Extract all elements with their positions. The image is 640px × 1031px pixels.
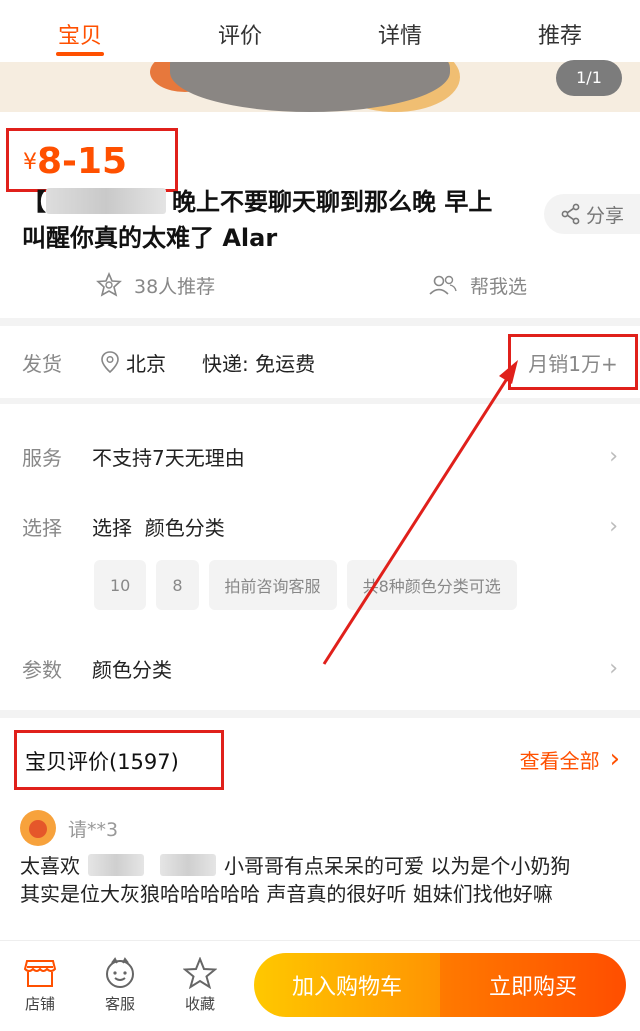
help-choose-button[interactable]: 帮我选 — [428, 270, 527, 300]
top-tab-bar: 宝贝 评价 详情 推荐 — [0, 0, 640, 62]
add-to-cart-button[interactable]: 加入购物车 — [254, 953, 440, 1017]
params-value: 颜色分类 — [92, 657, 172, 682]
params-row[interactable]: 参数 颜色分类 › — [0, 648, 640, 688]
chevron-right-icon: › — [609, 443, 618, 469]
bottom-action-bar: 店铺 客服 收藏 加入购物车 立即购买 — [0, 940, 640, 1031]
smile-icon — [106, 957, 134, 988]
redacted-text — [88, 854, 144, 876]
variant-chip[interactable]: 8 — [156, 560, 199, 610]
share-label: 分享 — [585, 204, 624, 227]
shop-label: 店铺 — [24, 995, 55, 1013]
service-label: 客服 — [104, 995, 135, 1013]
reviews-title: 宝贝评价(1597) — [25, 750, 179, 774]
price-highlight-box: ¥8-15 — [6, 128, 178, 192]
people-icon — [429, 275, 457, 295]
chevron-right-icon: › — [609, 744, 620, 774]
shipping-card: 发货 北京 快递: 免运费 月销1万+ — [0, 326, 640, 398]
favorite-label: 收藏 — [184, 995, 215, 1013]
help-choose-label: 帮我选 — [470, 275, 528, 298]
price: ¥8-15 — [23, 141, 127, 182]
title-line-2: 叫醒你真的太难了 Alar — [22, 224, 278, 252]
review-text: 太喜欢 小哥哥有点呆呆的可爱 以为是个小奶狗 其实是位大灰狼哈哈哈哈哈 声音真的很… — [20, 852, 630, 908]
params-label: 参数 — [22, 657, 62, 682]
buy-now-button[interactable]: 立即购买 — [440, 953, 626, 1017]
location-pin-icon — [101, 351, 119, 374]
ship-city: 北京 — [126, 351, 166, 376]
title-prefix: 【 — [22, 188, 46, 216]
variant-chip[interactable]: 拍前咨询客服 — [208, 560, 337, 610]
shipping-label: 发货 — [22, 351, 62, 376]
service-label: 服务 — [22, 445, 62, 470]
chevron-right-icon: › — [609, 513, 618, 539]
options-card: 服务 不支持7天无理由 › 选择 选择 颜色分类 › 10 8 拍前咨询客服 共… — [0, 404, 640, 710]
service-row[interactable]: 服务 不支持7天无理由 › — [0, 436, 640, 476]
reviews-highlight-box: 宝贝评价(1597) — [14, 730, 224, 790]
share-icon — [561, 203, 580, 225]
chevron-right-icon: › — [609, 655, 618, 681]
favorite-button[interactable]: 收藏 — [170, 957, 230, 1014]
redacted-text — [160, 854, 216, 876]
service-value: 不支持7天无理由 — [92, 445, 245, 470]
tab-item[interactable]: 宝贝 — [0, 0, 160, 62]
customer-service-button[interactable]: 客服 — [90, 957, 150, 1014]
monthly-sales: 月销1万+ — [528, 351, 618, 376]
variant-chip[interactable]: 10 — [94, 560, 147, 610]
monthly-sales-box: 月销1万+ — [508, 334, 638, 390]
see-all-label: 查看全部 — [519, 748, 600, 773]
select-row[interactable]: 选择 选择 颜色分类 › — [0, 506, 640, 546]
title-line-1: 晚上不要聊天聊到那么晚 早上 — [172, 188, 493, 216]
tab-reviews[interactable]: 评价 — [160, 0, 320, 62]
tab-recommend[interactable]: 推荐 — [480, 0, 640, 62]
shop-icon — [23, 960, 57, 987]
star-badge-icon — [96, 272, 122, 297]
reviews-card: 宝贝评价(1597) 查看全部 › 请**3 太喜欢 小哥哥有点呆呆的可爱 以为是… — [0, 718, 640, 940]
currency-symbol: ¥ — [23, 150, 37, 175]
select-value: 选择 颜色分类 — [92, 515, 225, 540]
variant-chips: 10 8 拍前咨询客服 共8种颜色分类可选 — [94, 560, 517, 610]
product-title: 【 晚上不要聊天聊到那么晚 早上 叫醒你真的太难了 Alar — [22, 184, 542, 256]
product-image[interactable] — [0, 62, 640, 112]
reviewer-name: 请**3 — [68, 818, 119, 841]
price-value: 8-15 — [37, 141, 128, 182]
recommend-button[interactable]: 38人推荐 — [96, 270, 215, 300]
tab-details[interactable]: 详情 — [320, 0, 480, 62]
product-info-card: ¥8-15 【 晚上不要聊天聊到那么晚 早上 叫醒你真的太难了 Alar 分享 3… — [0, 112, 640, 318]
see-all-reviews-link[interactable]: 查看全部 › — [520, 744, 620, 774]
reviewer: 请**3 — [20, 810, 118, 846]
variant-chip[interactable]: 共8种颜色分类可选 — [346, 560, 517, 610]
review-text-part: 小哥哥有点呆呆的可爱 以为是个小奶狗 — [224, 854, 571, 878]
ship-from: 北京 — [100, 348, 166, 377]
avatar — [20, 810, 56, 846]
redacted-text — [46, 188, 166, 214]
review-text-part: 太喜欢 — [20, 854, 80, 878]
recommend-count: 38人推荐 — [134, 275, 216, 298]
shop-button[interactable]: 店铺 — [10, 957, 70, 1014]
star-icon — [183, 957, 217, 989]
share-button[interactable]: 分享 — [544, 194, 640, 234]
image-counter: 1/1 — [556, 60, 622, 96]
review-text-line: 其实是位大灰狼哈哈哈哈哈 声音真的很好听 姐妹们找他好嘛 — [20, 882, 553, 906]
select-label: 选择 — [22, 515, 62, 540]
express-fee: 快递: 免运费 — [202, 351, 316, 376]
